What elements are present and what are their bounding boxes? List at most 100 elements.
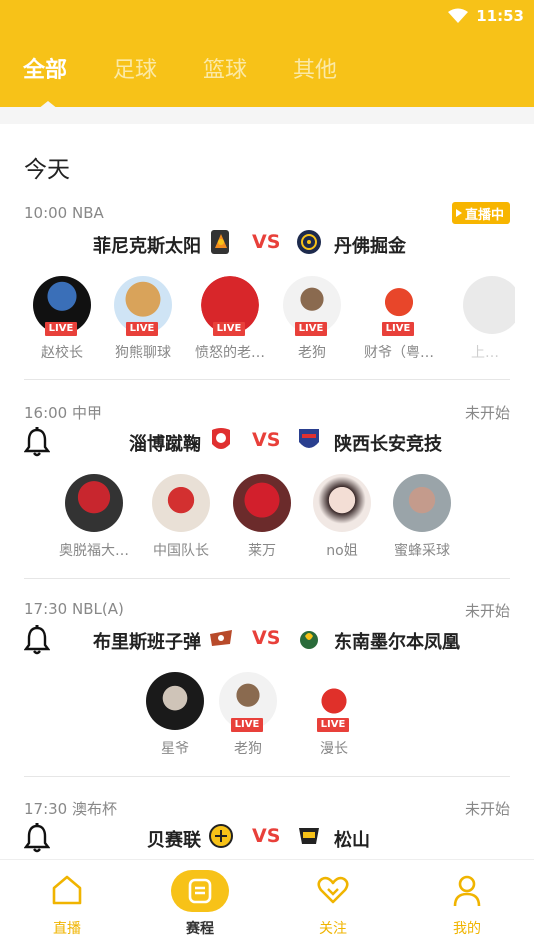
host-name: 莱万 xyxy=(248,543,276,559)
teams-row: 布里斯班子弹 VS 东南墨尔本凤凰 xyxy=(0,622,534,658)
zibo-logo-icon xyxy=(212,428,230,449)
status-time: 11:53 xyxy=(476,7,524,25)
avatar xyxy=(233,474,291,532)
nav-live-label: 直播 xyxy=(53,921,81,937)
avatar xyxy=(393,474,451,532)
shaanxi-logo-icon xyxy=(299,429,319,448)
vs-label: VS xyxy=(252,231,281,253)
away-team-name: 丹佛掘金 xyxy=(334,236,406,257)
bell-icon[interactable] xyxy=(24,823,50,853)
nav-schedule[interactable]: 赛程 xyxy=(133,860,267,949)
divider xyxy=(24,379,510,380)
host-item[interactable]: 星爷 xyxy=(137,672,213,758)
tab-other-label: 其他 xyxy=(292,58,337,83)
live-status-badge: 直播中 xyxy=(451,202,510,224)
host-name: 财爷（粤… xyxy=(364,345,434,361)
matsuyama-logo-icon xyxy=(299,828,319,844)
match-time-league: 17:30 澳布杯 xyxy=(24,800,117,818)
schedule-icon xyxy=(188,878,212,904)
live-tag: LIVE xyxy=(317,718,349,732)
match-time-league: 17:30 NBL(A) xyxy=(24,600,124,618)
play-icon xyxy=(455,209,462,217)
teams-row: 淄博蹴鞠 VS 陕西长安竞技 xyxy=(0,424,534,460)
avatar-image xyxy=(65,474,123,532)
nav-mine[interactable]: 我的 xyxy=(400,860,534,949)
avatar: LIVE xyxy=(114,276,172,336)
teams-row: 菲尼克斯太阳 VS 丹佛掘金 xyxy=(0,226,534,262)
match-status: 未开始 xyxy=(464,602,510,620)
avatar: LIVE xyxy=(283,276,341,336)
tab-all[interactable]: 全部 xyxy=(0,55,90,109)
bottom-nav: 直播 赛程 关注 我的 xyxy=(0,859,534,949)
avatar xyxy=(463,276,515,334)
live-tag: LIVE xyxy=(295,322,327,336)
nav-mine-label: 我的 xyxy=(453,921,481,937)
nav-live[interactable]: 直播 xyxy=(0,860,134,949)
nav-schedule-label: 赛程 xyxy=(186,921,214,937)
nav-follow[interactable]: 关注 xyxy=(266,860,400,949)
host-item[interactable]: 莱万 xyxy=(224,474,300,560)
tab-football[interactable]: 足球 xyxy=(90,55,180,95)
bullets-logo-icon xyxy=(210,630,232,646)
host-item[interactable]: LIVE 赵校长 xyxy=(24,276,100,362)
app-root: 11:53 全部 足球 篮球 其他 今天 10:00 NBA 直播中 菲尼克斯太… xyxy=(0,0,534,949)
nav-follow-label: 关注 xyxy=(319,921,347,937)
section-title-today: 今天 xyxy=(24,157,70,183)
host-item[interactable]: 蜜蜂采球 xyxy=(384,474,460,560)
teams-row: 贝赛联 VS 松山 xyxy=(0,820,534,856)
divider xyxy=(24,578,510,579)
match-status: 未开始 xyxy=(464,404,510,422)
tab-football-label: 足球 xyxy=(112,58,157,83)
host-name: 上… xyxy=(471,345,499,361)
header-gap xyxy=(0,107,534,124)
avatar: LIVE xyxy=(370,276,428,336)
host-list: 奥脱福大… 中国队长 莱万 no姐 蜜蜂采球 xyxy=(0,474,534,564)
host-item[interactable]: LIVE 漫长 xyxy=(296,672,372,758)
host-item[interactable]: no姐 xyxy=(304,474,380,560)
avatar-image xyxy=(463,276,515,334)
avatar: LIVE xyxy=(219,672,277,732)
tab-basketball[interactable]: 篮球 xyxy=(180,55,270,95)
live-tag: LIVE xyxy=(382,322,414,336)
bell-icon[interactable] xyxy=(24,427,50,457)
host-item[interactable]: LIVE 老狗 xyxy=(210,672,286,758)
divider xyxy=(24,776,510,777)
host-list: LIVE 赵校长 LIVE 狗熊聊球 LIVE 愤怒的老… LIVE 老狗 LI… xyxy=(0,276,534,366)
host-item[interactable]: LIVE 老狗 xyxy=(274,276,350,362)
live-tag: LIVE xyxy=(45,322,77,336)
tab-other[interactable]: 其他 xyxy=(270,55,360,95)
away-team-name: 陕西长安竞技 xyxy=(334,434,442,455)
schedule-list: 今天 10:00 NBA 直播中 菲尼克斯太阳 VS 丹佛掘金 LIVE 赵校长… xyxy=(0,124,534,859)
tab-basketball-label: 篮球 xyxy=(202,58,247,83)
host-item[interactable]: 中国队长 xyxy=(143,474,219,560)
avatar: LIVE xyxy=(33,276,91,336)
avatar xyxy=(146,672,204,730)
host-item[interactable]: LIVE 财爷（粤… xyxy=(361,276,437,362)
host-item[interactable]: LIVE 狗熊聊球 xyxy=(105,276,181,362)
avatar-image xyxy=(233,474,291,532)
home-team-name: 布里斯班子弹 xyxy=(93,632,201,653)
home-team-name: 贝赛联 xyxy=(147,830,201,851)
host-name: 愤怒的老… xyxy=(195,345,265,361)
host-item[interactable]: 奥脱福大… xyxy=(56,474,132,560)
avatar-image xyxy=(393,474,451,532)
host-list: 星爷 LIVE 老狗 LIVE 漫长 xyxy=(0,672,534,762)
suns-logo-icon xyxy=(211,230,229,254)
tab-all-label: 全部 xyxy=(22,58,67,83)
away-team-name: 松山 xyxy=(334,830,370,851)
avatar: LIVE xyxy=(201,276,259,336)
bayside-logo-icon xyxy=(209,824,233,848)
avatar-image xyxy=(152,474,210,532)
bell-icon[interactable] xyxy=(24,625,50,655)
wifi-icon xyxy=(448,8,469,23)
live-status-label: 直播中 xyxy=(464,207,504,223)
host-name: 奥脱福大… xyxy=(59,543,129,559)
away-team-name: 东南墨尔本凤凰 xyxy=(334,632,460,653)
live-tag: LIVE xyxy=(126,322,158,336)
avatar xyxy=(313,474,371,532)
host-item[interactable]: 上… xyxy=(455,276,515,362)
user-icon xyxy=(453,875,481,907)
host-item[interactable]: LIVE 愤怒的老… xyxy=(192,276,268,362)
nuggets-logo-icon xyxy=(297,230,321,254)
home-team-name: 淄博蹴鞠 xyxy=(129,434,201,455)
